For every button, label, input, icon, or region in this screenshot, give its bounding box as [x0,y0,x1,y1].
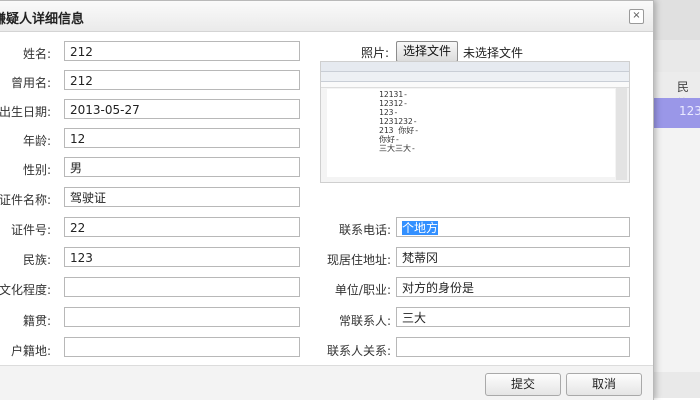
phone-field[interactable]: 个地方 [396,217,630,237]
cancel-button[interactable]: 取消 [566,373,642,396]
address-field[interactable]: 梵蒂冈 [396,247,630,267]
no-file-text: 未选择文件 [463,46,524,60]
age-label: 年龄: [22,134,51,148]
birthdate-field[interactable]: 2013-05-27 [64,99,300,119]
dialog-title: 嫌疑人详细信息 [0,12,85,27]
gender-field[interactable]: 男 [64,157,300,177]
address-label: 现居住地址: [326,253,391,267]
id-type-field[interactable]: 驾驶证 [64,187,300,207]
contact-person-label: 常联系人: [338,314,391,328]
photo-text-line: 213 你好- [379,126,420,135]
age-field[interactable]: 12 [64,128,300,148]
close-icon[interactable]: × [629,9,644,24]
suspect-detail-dialog: 嫌疑人详细信息 × 姓名: 212 曾用名: 212 出生日期: 2013-05… [0,0,654,400]
choose-file-button[interactable]: 选择文件 [396,41,458,62]
id-number-label: 证件号: [10,223,51,237]
photo-text-line: 三大三大- [379,144,416,153]
photo-label: 照片: [361,46,390,60]
photo-scrollbar [616,88,627,180]
dialog-title-bar[interactable]: 嫌疑人详细信息 × [0,1,653,32]
ethnicity-label: 民族: [22,253,51,267]
photo-toolbar [321,62,629,72]
contact-relation-field[interactable] [396,337,630,357]
name-field[interactable]: 212 [64,41,300,61]
occupation-field[interactable]: 对方的身份是 [396,277,630,297]
phone-label: 联系电话: [338,223,391,237]
household-register-field[interactable] [64,337,300,357]
submit-button[interactable]: 提交 [485,373,561,396]
photo-text-line: 12131- [379,90,408,99]
photo-preview: 12131- 12312- 123- 1231232- 213 你好- 你好- … [320,61,630,183]
native-place-label: 籍贯: [22,314,51,328]
background-row-value: 123 [679,104,700,118]
alias-label: 曾用名: [10,76,51,90]
photo-ruler [321,82,629,88]
id-type-label: 证件名称: [0,193,51,207]
contact-relation-label: 联系人关系: [326,344,391,358]
name-label: 姓名: [22,47,51,61]
contact-person-field[interactable]: 三大 [396,307,630,327]
ethnicity-field[interactable]: 123 [64,247,300,267]
photo-toolbar-secondary [321,72,629,82]
photo-text-line: 1231232- [379,117,418,126]
birthdate-label: 出生日期: [0,105,51,119]
occupation-label: 单位/职业: [334,283,391,297]
background-toolbar [650,0,700,40]
native-place-field[interactable] [64,307,300,327]
id-number-field[interactable]: 22 [64,217,300,237]
education-field[interactable] [64,277,300,297]
alias-field[interactable]: 212 [64,70,300,90]
phone-selected-text: 个地方 [402,221,439,235]
gender-label: 性别: [22,163,51,177]
education-label: 文化程度: [0,283,51,297]
photo-text-line: 你好- [379,135,400,144]
photo-document-page [327,89,615,177]
photo-text-line: 123- [379,108,399,117]
household-register-label: 户籍地: [10,344,51,358]
photo-text-line: 12312- [379,99,408,108]
